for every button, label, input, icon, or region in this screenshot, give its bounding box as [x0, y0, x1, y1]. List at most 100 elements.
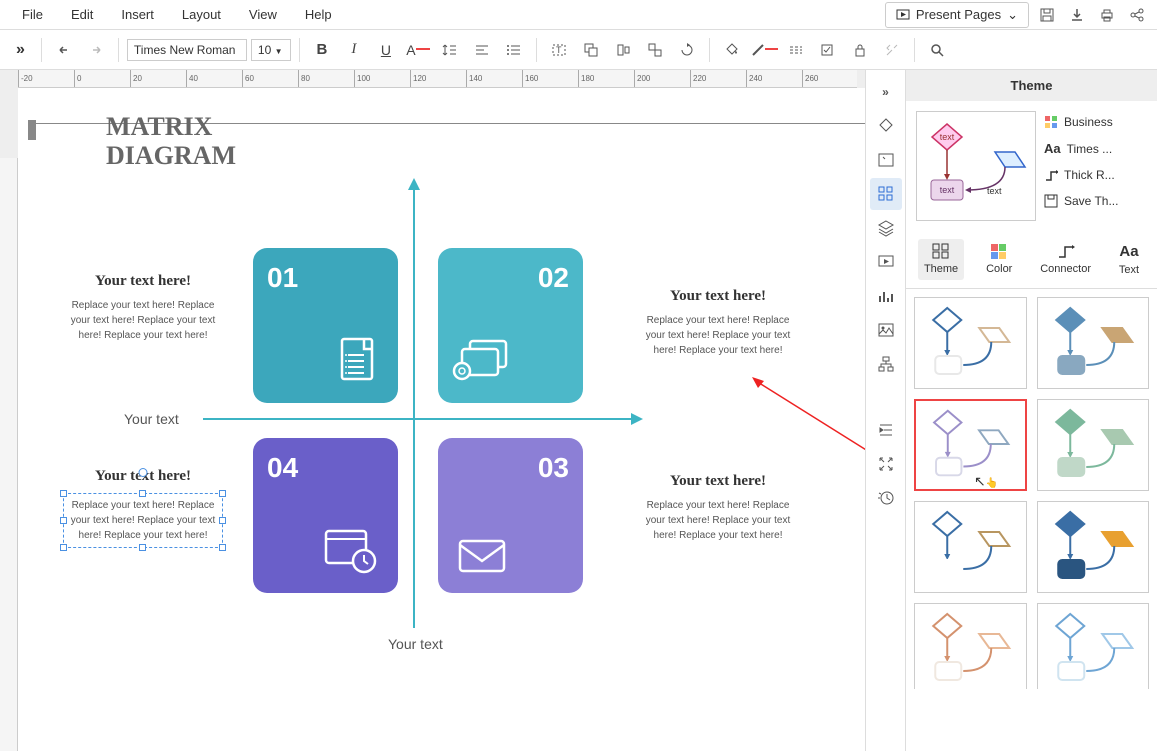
axis-horizontal[interactable]: [203, 418, 633, 420]
redo-icon[interactable]: [82, 36, 110, 64]
tab-text[interactable]: AaText: [1113, 239, 1145, 280]
quadrant-4[interactable]: 04: [253, 438, 398, 593]
resize-handle[interactable]: [139, 544, 146, 551]
theme-tool-icon[interactable]: [870, 178, 902, 210]
resize-handle[interactable]: [219, 490, 226, 497]
side-toolbar: »: [865, 70, 905, 751]
font-family-select[interactable]: Times New Roman: [127, 39, 247, 61]
align-obj-icon[interactable]: [609, 36, 637, 64]
resize-handle[interactable]: [139, 490, 146, 497]
expand-icon[interactable]: [870, 448, 902, 480]
svg-text:text: text: [940, 185, 955, 195]
menu-view[interactable]: View: [235, 1, 291, 28]
bold-icon[interactable]: B: [308, 36, 336, 64]
indent-icon[interactable]: [870, 414, 902, 446]
resize-handle[interactable]: [219, 544, 226, 551]
current-theme-preview[interactable]: text text text: [916, 111, 1036, 221]
axis-label-left[interactable]: Your text: [124, 411, 179, 427]
present-button[interactable]: Present Pages ⌄: [885, 2, 1029, 28]
checkbox-icon[interactable]: [814, 36, 842, 64]
tab-color[interactable]: Color: [980, 239, 1018, 280]
text-block-1[interactable]: Your text here! Replace your text here! …: [63, 273, 223, 343]
prop-connector[interactable]: Thick R...: [1044, 168, 1147, 182]
underline-icon[interactable]: U: [372, 36, 400, 64]
lock-icon[interactable]: [846, 36, 874, 64]
quadrant-2[interactable]: 02: [438, 248, 583, 403]
share-icon[interactable]: [1125, 3, 1149, 27]
prop-save[interactable]: Save Th...: [1044, 194, 1147, 208]
prop-colorset[interactable]: Business: [1044, 115, 1147, 129]
fill-icon[interactable]: [718, 36, 746, 64]
undo-icon[interactable]: [50, 36, 78, 64]
theme-thumbnail-5[interactable]: [914, 501, 1027, 593]
prop-font[interactable]: AaTimes ...: [1044, 141, 1147, 156]
quadrant-3[interactable]: 03: [438, 438, 583, 593]
axis-label-bottom[interactable]: Your text: [388, 636, 443, 652]
slideshow-icon[interactable]: [870, 246, 902, 278]
document-icon: [336, 335, 380, 385]
selected-textbox[interactable]: Replace your text here! Replace your tex…: [63, 493, 223, 548]
layers-icon[interactable]: [870, 212, 902, 244]
font-color-icon[interactable]: A: [404, 36, 432, 64]
play-icon: [896, 8, 910, 22]
download-icon[interactable]: [1065, 3, 1089, 27]
chart-icon[interactable]: [870, 280, 902, 312]
ruler-horizontal: -200204060801001201401601802002202402602…: [18, 70, 857, 88]
theme-thumbnail-1[interactable]: [914, 297, 1027, 389]
resize-handle[interactable]: [60, 517, 67, 524]
menu-edit[interactable]: Edit: [57, 1, 107, 28]
theme-thumbnail-3[interactable]: ↖👆: [914, 399, 1027, 491]
windows-icon: [452, 337, 512, 385]
theme-thumbnail-6[interactable]: [1037, 501, 1150, 593]
picture-icon[interactable]: [870, 314, 902, 346]
save-icon[interactable]: [1035, 3, 1059, 27]
theme-panel: Theme text text text Business AaTimes ..…: [905, 70, 1157, 751]
quadrant-1[interactable]: 01: [253, 248, 398, 403]
font-size-select[interactable]: 10 ▼: [251, 39, 291, 61]
menu-help[interactable]: Help: [291, 1, 346, 28]
textbox-icon[interactable]: T: [545, 36, 573, 64]
italic-icon[interactable]: I: [340, 36, 368, 64]
envelope-icon: [456, 535, 508, 575]
search-icon[interactable]: [923, 36, 951, 64]
svg-text:text: text: [987, 186, 1002, 196]
resize-handle[interactable]: [60, 544, 67, 551]
expand-toolbar-icon[interactable]: »: [8, 37, 33, 63]
collapse-panel-icon[interactable]: »: [870, 76, 902, 108]
fill-tool-icon[interactable]: [870, 110, 902, 142]
theme-thumbnail-4[interactable]: [1037, 399, 1150, 491]
print-icon[interactable]: [1095, 3, 1119, 27]
text-block-2[interactable]: Your text here! Replace your text here! …: [638, 288, 798, 358]
text-block-4-selected[interactable]: Your text here! Replace your text here! …: [63, 468, 223, 548]
diagram-title[interactable]: MATRIX DIAGRAM: [106, 113, 236, 170]
hierarchy-icon[interactable]: [870, 348, 902, 380]
tools-icon[interactable]: [878, 36, 906, 64]
text-height-icon[interactable]: [436, 36, 464, 64]
align-icon[interactable]: [468, 36, 496, 64]
rotate-handle[interactable]: [139, 468, 148, 477]
theme-thumbnail-7[interactable]: [914, 603, 1027, 689]
menu-insert[interactable]: Insert: [107, 1, 168, 28]
group-icon[interactable]: [641, 36, 669, 64]
line-style-icon[interactable]: [782, 36, 810, 64]
history-icon[interactable]: [870, 482, 902, 514]
theme-thumbnail-2[interactable]: [1037, 297, 1150, 389]
resize-handle[interactable]: [219, 517, 226, 524]
theme-thumbnail-8[interactable]: [1037, 603, 1150, 689]
rotate-icon[interactable]: [673, 36, 701, 64]
theme-thumbnails: ↖👆: [906, 289, 1157, 689]
list-icon[interactable]: [500, 36, 528, 64]
arrange-icon[interactable]: [577, 36, 605, 64]
menu-file[interactable]: File: [8, 1, 57, 28]
panel-title: Theme: [906, 70, 1157, 101]
menu-layout[interactable]: Layout: [168, 1, 235, 28]
axis-vertical[interactable]: [413, 188, 415, 628]
image-tool-icon[interactable]: [870, 144, 902, 176]
resize-handle[interactable]: [60, 490, 67, 497]
chevron-down-icon: ⌄: [1007, 7, 1018, 23]
tab-connector[interactable]: Connector: [1034, 239, 1097, 280]
svg-text:text: text: [940, 132, 955, 142]
connector-icon: [1044, 168, 1058, 182]
line-color-icon[interactable]: [750, 36, 778, 64]
tab-theme[interactable]: Theme: [918, 239, 964, 280]
